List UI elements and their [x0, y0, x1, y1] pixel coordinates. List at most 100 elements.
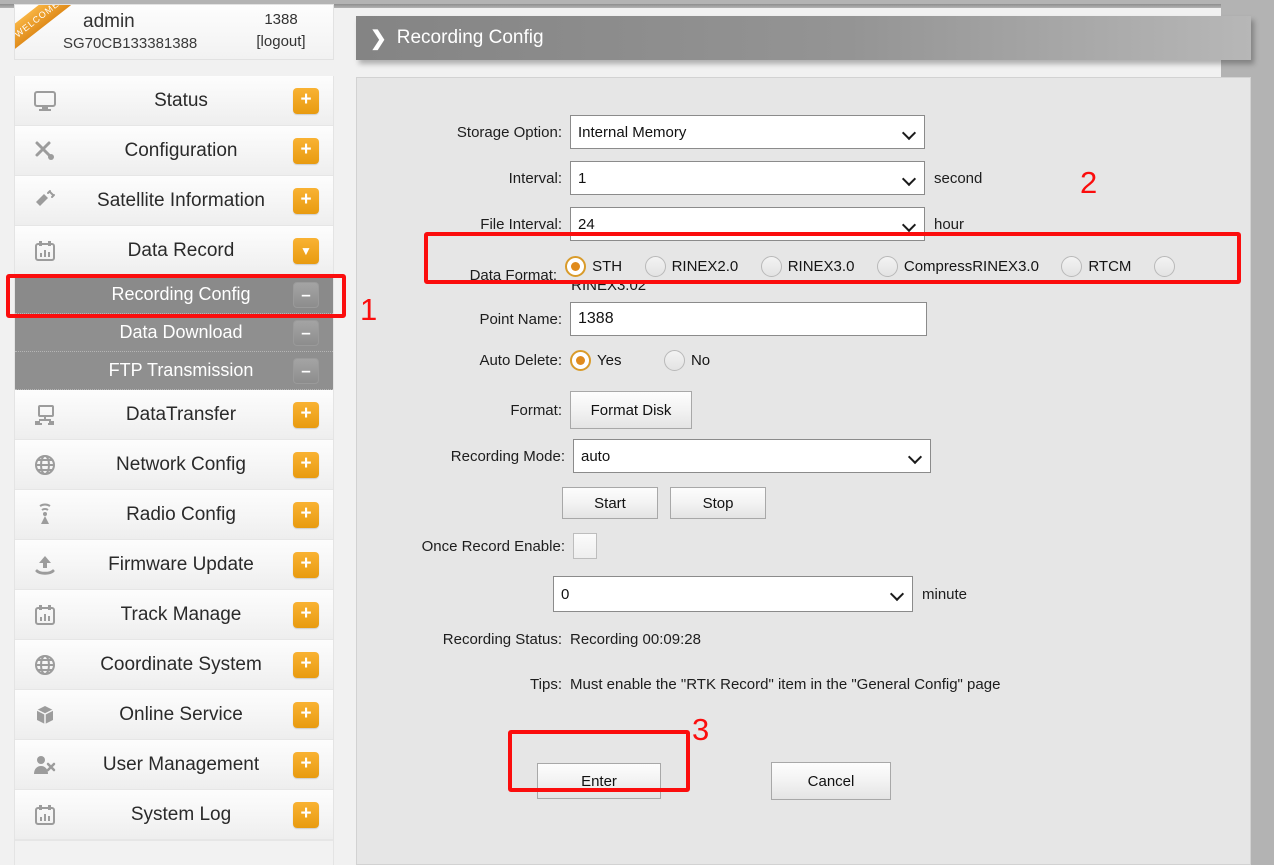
recording-mode-selectwrap: auto — [573, 439, 931, 473]
logout-link[interactable]: [logout] — [241, 33, 321, 50]
recording-mode-row: Recording Mode: auto — [417, 439, 931, 473]
storage-option-label: Storage Option: — [456, 123, 562, 141]
radio-rinex30[interactable] — [760, 256, 782, 277]
expand-badge[interactable]: + — [293, 451, 319, 478]
interval-selectwrap: 1 — [570, 161, 925, 195]
sidebar-item-label: Track Manage — [120, 603, 242, 625]
sidebar-item-recording-config[interactable]: Recording Config – — [15, 276, 333, 314]
sidebar-item-firmware-update[interactable]: Firmware Update + — [15, 540, 333, 590]
recording-mode-select[interactable]: auto — [573, 439, 931, 473]
start-button[interactable]: Start — [562, 487, 658, 519]
tips-value: Must enable the "RTK Record" item in the… — [570, 676, 1001, 693]
recording-status-value: Recording 00:09:28 — [570, 631, 701, 648]
expand-badge[interactable]: + — [293, 87, 319, 114]
upload-icon — [15, 554, 75, 576]
sidebar-item-data-download[interactable]: Data Download – — [15, 314, 333, 352]
tips-row: Tips: Must enable the "RTK Record" item … — [402, 676, 1000, 693]
radio-compressrinex30[interactable] — [876, 256, 898, 277]
stop-button[interactable]: Stop — [670, 487, 766, 519]
minute-selectwrap: 0 — [553, 576, 913, 612]
point-name-input[interactable] — [570, 302, 927, 336]
sidebar-item-label: User Management — [102, 753, 260, 775]
antenna-icon — [15, 503, 75, 527]
point-name-row: Point Name: — [417, 302, 927, 336]
sidebar-item-datatransfer[interactable]: DataTransfer + — [15, 390, 333, 440]
sidebar-item-label: Network Config — [116, 453, 246, 475]
sidebar-item-radio-config[interactable]: Radio Config + — [15, 490, 333, 540]
expand-badge[interactable]: + — [293, 187, 319, 214]
expand-badge[interactable]: + — [293, 551, 319, 578]
radio-auto-delete-yes[interactable] — [570, 350, 591, 371]
recording-status-row: Recording Status: Recording 00:09:28 — [402, 631, 701, 648]
cancel-button[interactable]: Cancel — [771, 762, 891, 800]
file-interval-select[interactable]: 24 — [570, 207, 925, 241]
user-gear-icon — [15, 754, 75, 776]
sidebar-item-online-service[interactable]: Online Service + — [15, 690, 333, 740]
radio-sth[interactable] — [565, 256, 587, 277]
sidebar-item-track-manage[interactable]: Track Manage + — [15, 590, 333, 640]
expand-badge[interactable]: + — [293, 651, 319, 678]
sidebar-item-system-log[interactable]: System Log + — [15, 790, 333, 840]
sidebar-item-data-record[interactable]: Data Record ▼ — [15, 226, 333, 276]
content-header: ❯ Recording Config — [356, 16, 1251, 60]
radio-auto-delete-no[interactable] — [663, 350, 685, 371]
radio-rinex20[interactable] — [644, 256, 666, 277]
collapse-badge[interactable]: – — [293, 281, 319, 308]
sidebar-item-label: Recording Config — [111, 284, 251, 304]
once-record-enable-checkbox[interactable] — [573, 533, 597, 559]
file-interval-suffix: hour — [934, 215, 965, 233]
user-info-box: WELCOME admin SG70CB133381388 1388 [logo… — [14, 4, 334, 60]
radio-label-yes: Yes — [597, 352, 622, 369]
minute-select[interactable]: 0 — [553, 576, 913, 612]
sidebar-item-status[interactable]: Status + — [15, 76, 333, 126]
sidebar-item-label: Satellite Information — [97, 189, 265, 211]
data-format-row: Data Format: STH RINEX2.0 RINEX3.0 Compr… — [417, 256, 1250, 295]
radio-rinex302[interactable] — [1153, 256, 1175, 277]
sidebar-item-label: System Log — [130, 803, 232, 825]
sidebar-item-ftp-transmission[interactable]: FTP Transmission – — [15, 352, 333, 390]
collapse-badge[interactable]: – — [293, 319, 319, 346]
monitor-icon — [15, 90, 75, 112]
format-row: Format: Format Disk — [417, 391, 692, 429]
sidebar-item-label: Radio Config — [126, 503, 236, 525]
format-disk-button[interactable]: Format Disk — [570, 391, 692, 429]
sidebar-item-label: DataTransfer — [125, 403, 237, 425]
expand-badge[interactable]: + — [293, 801, 319, 828]
point-name-label: Point Name: — [479, 310, 562, 328]
file-interval-row: File Interval: 24 hour — [417, 207, 964, 241]
user-name: admin — [83, 11, 135, 32]
file-interval-label: File Interval: — [480, 215, 562, 233]
collapse-caret-badge[interactable]: ▼ — [293, 237, 319, 264]
expand-badge[interactable]: + — [293, 401, 319, 428]
network-icon — [15, 404, 75, 426]
minute-suffix: minute — [922, 585, 968, 603]
interval-select[interactable]: 1 — [570, 161, 925, 195]
radio-rtcm[interactable] — [1061, 256, 1083, 277]
auto-delete-label: Auto Delete: — [479, 352, 562, 369]
chevron-right-icon: ❯ — [370, 27, 387, 50]
sidebar-item-configuration[interactable]: Configuration + — [15, 126, 333, 176]
expand-badge[interactable]: + — [293, 137, 319, 164]
sidebar-item-label: Data Download — [119, 322, 243, 342]
expand-badge[interactable]: + — [293, 501, 319, 528]
data-format-label: Data Format: — [469, 267, 558, 284]
file-interval-selectwrap: 24 — [570, 207, 925, 241]
auto-delete-radio-group: Yes No — [570, 350, 728, 371]
radio-label-rinex20: RINEX2.0 — [671, 258, 739, 275]
device-id: 1388 — [264, 11, 298, 28]
radio-label-compressrinex30: CompressRINEX3.0 — [903, 258, 1039, 275]
enter-button[interactable]: Enter — [537, 763, 661, 799]
sidebar-menu: Status + Configuration + Satellite Infor… — [14, 76, 334, 865]
sidebar-item-network-config[interactable]: Network Config + — [15, 440, 333, 490]
sidebar-item-user-management[interactable]: User Management + — [15, 740, 333, 790]
sidebar-item-satellite-information[interactable]: Satellite Information + — [15, 176, 333, 226]
expand-badge[interactable]: + — [293, 601, 319, 628]
expand-badge[interactable]: + — [293, 701, 319, 728]
sidebar-item-coordinate-system[interactable]: Coordinate System + — [15, 640, 333, 690]
sidebar-item-label: Coordinate System — [100, 653, 262, 675]
expand-badge[interactable]: + — [293, 751, 319, 778]
storage-option-select[interactable]: Internal Memory — [570, 115, 925, 149]
sidebar: WELCOME admin SG70CB133381388 1388 [logo… — [14, 4, 334, 60]
collapse-badge[interactable]: – — [293, 357, 319, 384]
tips-label: Tips: — [530, 676, 562, 693]
